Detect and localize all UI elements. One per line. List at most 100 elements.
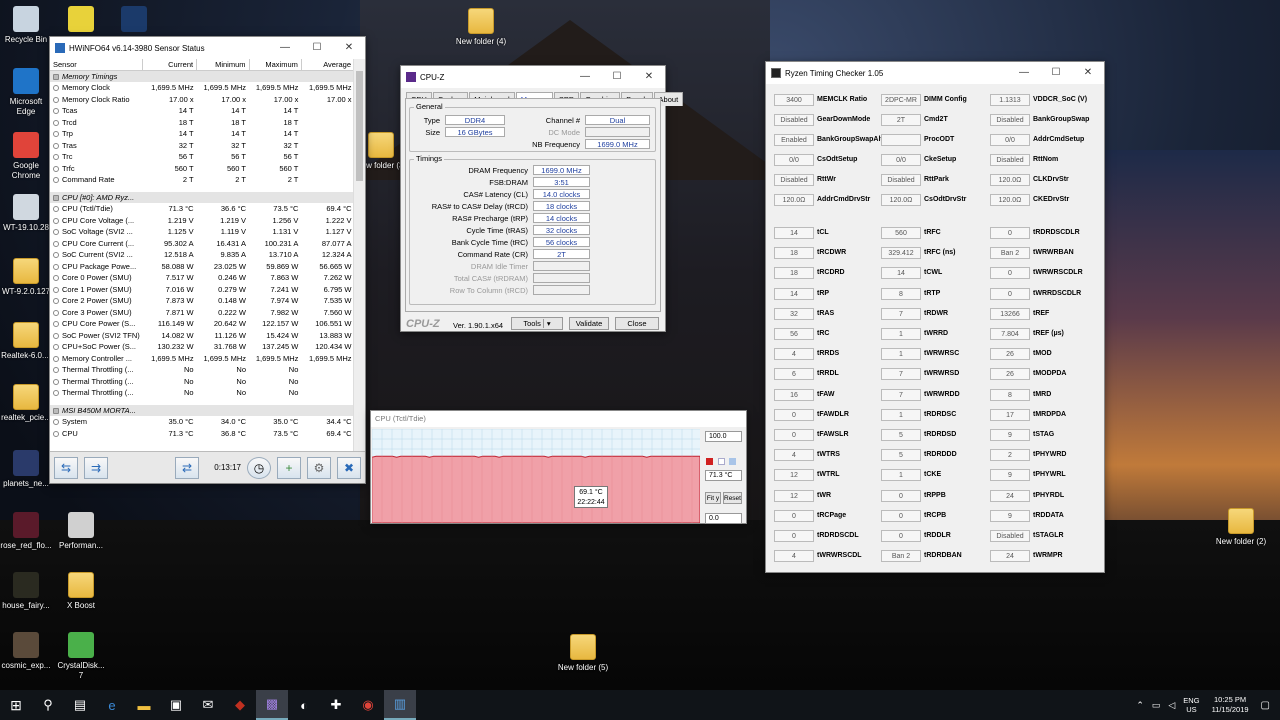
desktop-icon[interactable]: Google Chrome: [0, 132, 52, 181]
nav-left-icon[interactable]: ⇆: [54, 456, 78, 479]
sensor-row[interactable]: SoC Voltage (SVI2 ... 1.125 V 1.119 V 1.131…: [50, 226, 355, 238]
sensor-row[interactable]: CPU 71.3 °C 36.8 °C 73.5 °C 69.4 °C: [50, 428, 355, 440]
edge-icon[interactable]: e: [96, 690, 128, 720]
sensor-row[interactable]: Thermal Throttling (... No No No: [50, 364, 355, 376]
minimize-button[interactable]: —: [269, 37, 301, 59]
column-header[interactable]: Maximum: [249, 59, 302, 71]
network-tray-icon[interactable]: ▭: [1152, 700, 1161, 711]
tray-chevron-icon[interactable]: ⌃: [1136, 700, 1144, 711]
sensor-row[interactable]: CPU Package Powe... 58.088 W 23.025 W 59.86…: [50, 261, 355, 273]
language-indicator[interactable]: ENG US: [1183, 696, 1199, 714]
desktop-icon[interactable]: CrystalDisk... 7: [55, 632, 107, 681]
sensor-row[interactable]: Command Rate 2 T 2 T 2 T: [50, 174, 355, 186]
color-blue-swatch[interactable]: [729, 458, 736, 465]
sensor-row[interactable]: Trcd 18 T 18 T 18 T: [50, 117, 355, 129]
close-icon[interactable]: ✖: [337, 456, 361, 479]
notification-icon[interactable]: ▢: [1261, 700, 1270, 711]
cpuz-close-button[interactable]: Close: [615, 317, 659, 330]
rtc-window[interactable]: Ryzen Timing Checker 1.05 — ☐ ✕ 3400 MEMCLK…: [765, 61, 1105, 573]
sensor-group-row[interactable]: CPU [#0]: AMD Ryz...: [50, 191, 355, 203]
nav-right-icon[interactable]: ⇉: [84, 456, 108, 479]
sensor-group-row[interactable]: Memory Timings: [50, 70, 355, 82]
desktop-folder[interactable]: New folder (4): [455, 8, 507, 47]
scrollbar[interactable]: [353, 59, 365, 453]
cpu-graph-window[interactable]: CPU (Tctl/Tdie) 100.0 71.3 °C Fit y Rese…: [370, 410, 747, 524]
add-report-icon[interactable]: +: [277, 456, 301, 479]
network-icon[interactable]: ⇄: [175, 456, 199, 479]
column-header[interactable]: Current: [142, 59, 198, 71]
sensor-row[interactable]: Trc 56 T 56 T 56 T: [50, 151, 355, 163]
color-white-swatch[interactable]: [718, 458, 725, 465]
column-header[interactable]: Minimum: [196, 59, 250, 71]
scrollbar-thumb[interactable]: [356, 71, 363, 181]
sensor-row[interactable]: System 35.0 °C 34.0 °C 35.0 °C 34.4 °C: [50, 416, 355, 428]
graph-max-field[interactable]: 100.0: [705, 431, 742, 442]
desktop-icon[interactable]: Performan...: [55, 512, 107, 551]
desktop-icon[interactable]: [55, 6, 107, 35]
desktop-icon[interactable]: WT-9.2.0.127: [0, 258, 52, 297]
desktop-icon[interactable]: planets_ne...: [0, 450, 52, 489]
mail-icon[interactable]: ✉: [192, 690, 224, 720]
hwinfo-taskbar-icon[interactable]: ▥: [384, 690, 416, 720]
graph-plot[interactable]: [372, 429, 700, 523]
color-red-swatch[interactable]: [706, 458, 713, 465]
search-icon[interactable]: ⚲: [32, 690, 64, 720]
chrome-icon[interactable]: ◉: [352, 690, 384, 720]
sensor-row[interactable]: Trp 14 T 14 T 14 T: [50, 128, 355, 140]
sensor-row[interactable]: Tras 32 T 32 T 32 T: [50, 140, 355, 152]
clock[interactable]: 10:25 PM 11/15/2019: [1212, 695, 1249, 715]
desktop-icon[interactable]: Recycle Bin: [0, 6, 52, 45]
maximize-button[interactable]: ☐: [301, 37, 333, 59]
desktop-icon[interactable]: rose_red_flo...: [0, 512, 52, 551]
close-button[interactable]: ✕: [633, 66, 665, 88]
reset-button[interactable]: Reset: [723, 492, 742, 504]
sensor-row[interactable]: CPU+SoC Power (S... 130.232 W 31.768 W 137.…: [50, 341, 355, 353]
rtc-taskbar-icon[interactable]: ✚: [320, 690, 352, 720]
clock-icon[interactable]: ◷: [247, 456, 271, 479]
desktop-icon[interactable]: [108, 6, 160, 35]
windows-start-icon[interactable]: ⊞: [0, 690, 32, 720]
desktop-folder[interactable]: New folder (5): [557, 634, 609, 673]
sensor-row[interactable]: Thermal Throttling (... No No No: [50, 376, 355, 388]
graph-min-field[interactable]: 0.0: [705, 513, 742, 524]
sensor-row[interactable]: Trfc 560 T 560 T 560 T: [50, 163, 355, 175]
sensor-row[interactable]: Tcas 14 T 14 T 14 T: [50, 105, 355, 117]
fit-y-button[interactable]: Fit y: [705, 492, 721, 504]
sensor-row[interactable]: CPU Core Current (... 95.302 A 16.431 A 100…: [50, 238, 355, 250]
sensor-row[interactable]: Core 3 Power (SMU) 7.871 W 0.222 W 7.982 W 7…: [50, 307, 355, 319]
sensor-row[interactable]: SoC Current (SVI2 ... 12.518 A 9.835 A 13.7…: [50, 249, 355, 261]
dota-icon[interactable]: ◆: [224, 690, 256, 720]
sensor-group-row[interactable]: MSI B450M MORTA...: [50, 404, 355, 416]
column-header[interactable]: Average: [301, 59, 355, 71]
volume-tray-icon[interactable]: ◁: [1168, 700, 1175, 711]
tools-button[interactable]: Tools ▾: [511, 317, 563, 330]
task-view-icon[interactable]: ▤: [64, 690, 96, 720]
sensor-row[interactable]: Memory Clock Ratio 17.00 x 17.00 x 17.00 x 1…: [50, 94, 355, 106]
cpuz-taskbar-icon[interactable]: ▩: [256, 690, 288, 720]
cpuz-titlebar[interactable]: CPU-Z — ☐ ✕: [401, 66, 665, 88]
hwinfo-titlebar[interactable]: HWiNFO64 v6.14-3980 Sensor Status — ☐ ✕: [50, 37, 365, 59]
sensor-row[interactable]: Thermal Throttling (... No No No: [50, 387, 355, 399]
validate-button[interactable]: Validate: [569, 317, 609, 330]
cpuz-window[interactable]: CPU-Z —☐✕ CPUCachesMainboardMemorySPDGra…: [400, 65, 684, 332]
sensor-row[interactable]: Core 2 Power (SMU) 7.873 W 0.148 W 7.974 W 7…: [50, 295, 355, 307]
desktop-icon[interactable]: WT-19.10.28: [0, 194, 52, 233]
desktop-icon[interactable]: Realtek-6.0....: [0, 322, 52, 361]
sensor-row[interactable]: SoC Power (SVI2 TFN) 14.082 W 11.126 W 15.4…: [50, 330, 355, 342]
app-taskbar-icon[interactable]: ◐: [288, 690, 320, 720]
desktop-icon[interactable]: cosmic_exp...: [0, 632, 52, 671]
sensor-row[interactable]: CPU Core Power (S... 116.149 W 20.642 W 122…: [50, 318, 355, 330]
close-button[interactable]: ✕: [333, 37, 365, 59]
desktop-icon[interactable]: house_fairy...: [0, 572, 52, 611]
hwinfo-window[interactable]: HWiNFO64 v6.14-3980 Sensor Status — ☐ ✕ Se…: [49, 36, 366, 484]
desktop-icon[interactable]: realtek_pcie...: [0, 384, 52, 423]
minimize-button[interactable]: —: [569, 66, 601, 88]
desktop-icon[interactable]: X Boost: [55, 572, 107, 611]
sensor-row[interactable]: Memory Controller ... 1,699.5 MHz 1,699.5 …: [50, 353, 355, 365]
desktop-icon[interactable]: Microsoft Edge: [0, 68, 52, 117]
sensor-row[interactable]: CPU (Tctl/Tdie) 71.3 °C 36.6 °C 73.5 °C 69.4…: [50, 203, 355, 215]
sensor-row[interactable]: Core 0 Power (SMU) 7.517 W 0.246 W 7.863 W 7…: [50, 272, 355, 284]
file-explorer-icon[interactable]: ▬: [128, 690, 160, 720]
sensor-row[interactable]: Core 1 Power (SMU) 7.016 W 0.279 W 7.241 W 6…: [50, 284, 355, 296]
maximize-button[interactable]: ☐: [601, 66, 633, 88]
